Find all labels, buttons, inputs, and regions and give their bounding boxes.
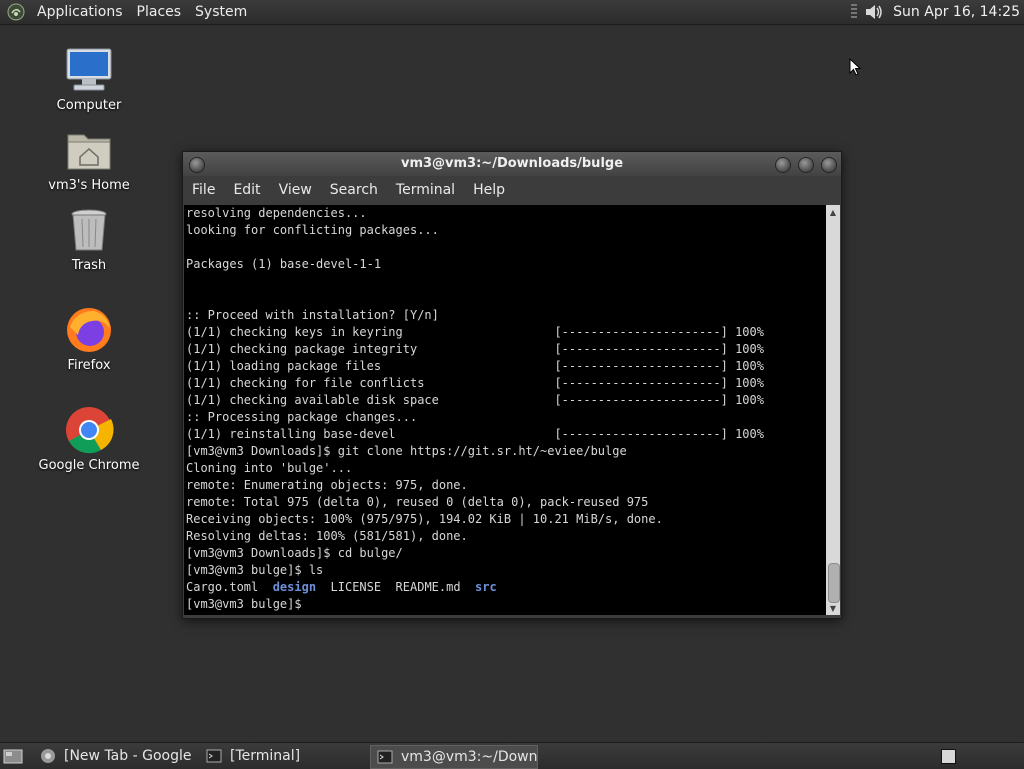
menu-edit[interactable]: Edit xyxy=(224,182,269,198)
chrome-icon xyxy=(34,405,144,455)
taskbar-item-terminal[interactable]: [Terminal] xyxy=(200,745,365,767)
menu-system[interactable]: System xyxy=(188,0,254,24)
terminal-line: resolving dependencies... xyxy=(186,206,367,220)
scroll-up-icon[interactable]: ▲ xyxy=(828,207,838,217)
ls-output-line: Cargo.toml design LICENSE README.md src xyxy=(186,579,826,596)
ls-file-entry: LICENSE xyxy=(330,580,382,594)
terminal-text: resolving dependencies... looking for con… xyxy=(184,205,826,613)
terminal-line: Resolving deltas: 100% (581/581), done. xyxy=(186,529,468,543)
terminal-line: (1/1) loading package files [-----------… xyxy=(186,359,764,373)
terminal-line: Cloning into 'bulge'... xyxy=(186,461,353,475)
taskbar-item-label: vm3@vm3:~/Downl... xyxy=(401,749,538,765)
volume-icon[interactable] xyxy=(863,2,885,22)
menu-terminal[interactable]: Terminal xyxy=(387,182,464,198)
bottom-panel: [New Tab - Google ... [Terminal] vm3@vm3… xyxy=(0,742,1024,769)
terminal-output[interactable]: resolving dependencies... looking for con… xyxy=(184,205,826,615)
taskbar-item-label: [Terminal] xyxy=(230,748,301,764)
desktop-icon-label: Firefox xyxy=(67,358,111,373)
menu-file[interactable]: File xyxy=(183,182,224,198)
menu-applications[interactable]: Applications xyxy=(30,0,130,24)
terminal-line: [vm3@vm3 Downloads]$ git clone https://g… xyxy=(186,444,627,458)
desktop-icon-firefox[interactable]: Firefox xyxy=(34,305,144,373)
window-title: vm3@vm3:~/Downloads/bulge xyxy=(400,156,624,171)
terminal-line: looking for conflicting packages... xyxy=(186,223,439,237)
scrollbar-thumb[interactable] xyxy=(828,563,840,603)
terminal-line: remote: Total 975 (delta 0), reused 0 (d… xyxy=(186,495,649,509)
terminal-icon xyxy=(206,748,222,764)
terminal-line: (1/1) checking for file conflicts [-----… xyxy=(186,376,764,390)
top-panel: Applications Places System Sun Apr 16, 1… xyxy=(0,0,1024,25)
desktop-icon-label: vm3's Home xyxy=(48,178,130,193)
window-menu-button[interactable] xyxy=(189,157,205,173)
menu-help[interactable]: Help xyxy=(464,182,514,198)
trash-icon xyxy=(34,205,144,255)
taskbar-item-chrome[interactable]: [New Tab - Google ... xyxy=(34,745,194,767)
terminal-line: (1/1) checking keys in keyring [--------… xyxy=(186,325,764,339)
desktop-icon-trash[interactable]: Trash xyxy=(34,205,144,273)
terminal-line: (1/1) checking package integrity [------… xyxy=(186,342,764,356)
scroll-down-icon[interactable]: ▼ xyxy=(828,603,838,613)
mouse-cursor-icon xyxy=(849,58,862,76)
desktop-icon-label: Trash xyxy=(71,258,107,273)
chrome-icon xyxy=(40,748,56,764)
terminal-line: [vm3@vm3 bulge]$ ls xyxy=(186,563,324,577)
taskbar-item-label: [New Tab - Google ... xyxy=(64,748,194,764)
tray-handle-icon[interactable] xyxy=(851,4,858,20)
terminal-line: [vm3@vm3 Downloads]$ cd bulge/ xyxy=(186,546,403,560)
terminal-line: :: Proceed with installation? [Y/n] xyxy=(186,308,439,322)
ls-directory-entry: design xyxy=(272,580,317,594)
desktop-icon-computer[interactable]: Computer xyxy=(34,45,144,113)
computer-icon xyxy=(34,45,144,95)
close-button[interactable] xyxy=(821,157,837,173)
minimize-button[interactable] xyxy=(775,157,791,173)
show-desktop-icon[interactable] xyxy=(3,747,23,765)
ls-file-entry: Cargo.toml xyxy=(186,580,259,594)
desktop-icon-home[interactable]: vm3's Home xyxy=(34,125,144,193)
gnome-foot-icon[interactable] xyxy=(6,2,26,22)
terminal-line: :: Processing package changes... xyxy=(186,410,418,424)
desktop-icon-label: Computer xyxy=(56,98,122,113)
ls-file-entry: README.md xyxy=(395,580,461,594)
terminal-icon xyxy=(377,749,393,765)
terminal-line: remote: Enumerating objects: 975, done. xyxy=(186,478,468,492)
menu-places[interactable]: Places xyxy=(130,0,189,24)
workspace-switcher-icon[interactable] xyxy=(941,749,956,764)
terminal-line: (1/1) reinstalling base-devel [---------… xyxy=(186,427,764,441)
terminal-scrollbar[interactable]: ▲ ▼ xyxy=(826,205,840,615)
window-titlebar[interactable]: vm3@vm3:~/Downloads/bulge xyxy=(183,152,841,176)
terminal-line: (1/1) checking available disk space [---… xyxy=(186,393,764,407)
terminal-line: Packages (1) base-devel-1-1 xyxy=(186,257,382,271)
home-folder-icon xyxy=(34,125,144,175)
shell-prompt: [vm3@vm3 bulge]$ xyxy=(186,597,309,611)
menu-search[interactable]: Search xyxy=(321,182,387,198)
clock[interactable]: Sun Apr 16, 14:25 xyxy=(893,4,1020,20)
desktop-icon-label: Google Chrome xyxy=(38,458,140,473)
terminal-menubar: File Edit View Search Terminal Help xyxy=(183,176,841,204)
menu-view[interactable]: View xyxy=(270,182,321,198)
taskbar-item-terminal-active[interactable]: vm3@vm3:~/Downl... xyxy=(370,745,538,769)
terminal-window[interactable]: vm3@vm3:~/Downloads/bulge File Edit View… xyxy=(182,151,842,619)
ls-directory-entry: src xyxy=(475,580,497,594)
terminal-line: Receiving objects: 100% (975/975), 194.0… xyxy=(186,512,663,526)
firefox-icon xyxy=(34,305,144,355)
desktop-icon-chrome[interactable]: Google Chrome xyxy=(34,405,144,473)
maximize-button[interactable] xyxy=(798,157,814,173)
